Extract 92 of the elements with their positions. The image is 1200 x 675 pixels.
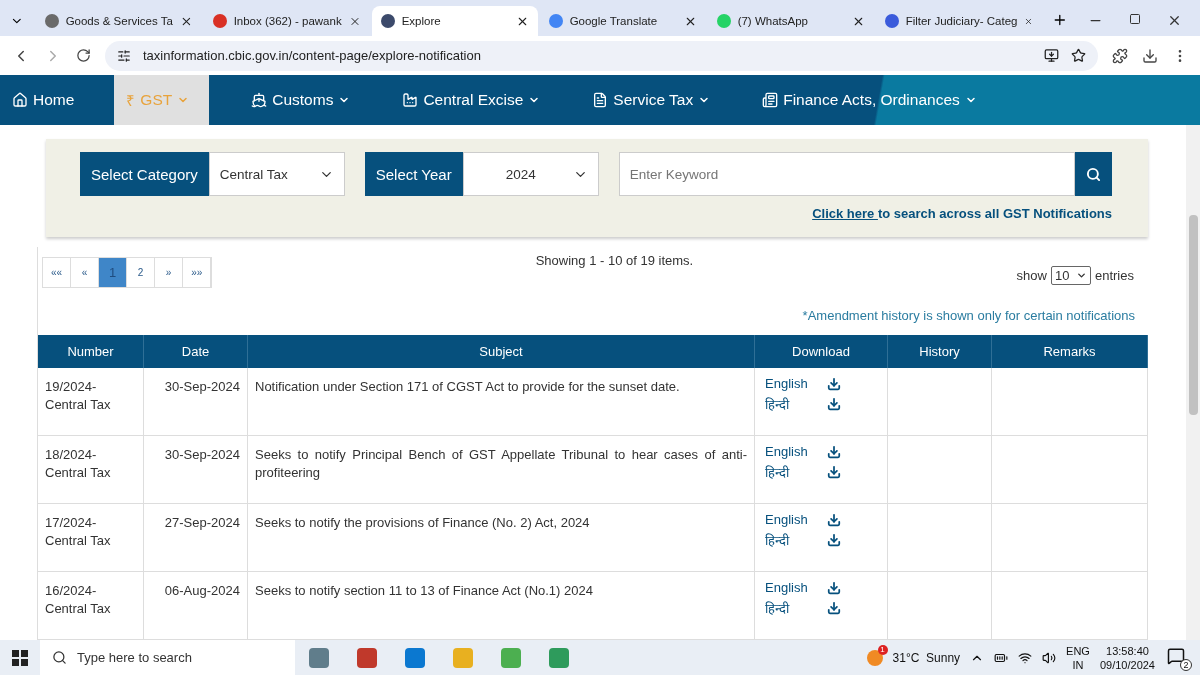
- clock[interactable]: 13:58:40 09/10/2024: [1099, 643, 1155, 672]
- browser-tab[interactable]: Google Translate: [539, 6, 706, 36]
- nav-icon: [12, 92, 28, 108]
- download-icon[interactable]: [827, 512, 841, 527]
- windows-icon[interactable]: [12, 649, 28, 666]
- weather-badge: 1: [877, 644, 888, 655]
- amendment-note: *Amendment history is shown only for certain notifications: [802, 308, 1135, 323]
- chevron-icon: [1075, 270, 1087, 281]
- site-icon: [380, 14, 395, 28]
- download-icon[interactable]: [827, 601, 841, 615]
- volume-icon[interactable]: [1042, 650, 1057, 665]
- site-icon: [44, 14, 59, 28]
- download-link[interactable]: हिन्दी: [765, 531, 809, 549]
- search-button[interactable]: [1075, 152, 1112, 196]
- browser-tab[interactable]: Filter Judiciary- Categ: [875, 6, 1043, 36]
- bookmark-icon[interactable]: [1071, 48, 1086, 63]
- taskbar-search[interactable]: Type here to search: [40, 640, 295, 675]
- site-icon: [884, 14, 899, 28]
- nav-icon: [592, 92, 609, 108]
- browser-tab[interactable]: Inbox (362) - pawank: [203, 6, 370, 36]
- table-cell: Seeks to notify Principal Bench of GST Appellate Tribunal to hear cases of anti-profiteering: [248, 436, 755, 504]
- app-icon[interactable]: [549, 647, 569, 668]
- table-cell: 30-Sep-2024: [144, 436, 248, 504]
- table-cell: 06-Aug-2024: [144, 572, 248, 640]
- scrollbar[interactable]: [1186, 125, 1200, 640]
- restore-icon[interactable]: [1129, 13, 1141, 25]
- table-cell: 30-Sep-2024: [144, 368, 248, 436]
- search-all-text: Click here to search across all GST Notifications: [812, 206, 1112, 221]
- nav-item[interactable]: Central Excise: [390, 75, 561, 125]
- download-link[interactable]: English: [765, 376, 809, 391]
- browser-tab[interactable]: Explore: [371, 6, 538, 36]
- nav-icon: [402, 92, 419, 108]
- page-size-select[interactable]: 10: [1050, 266, 1091, 285]
- weather-text: 31°C Sunny: [892, 650, 961, 665]
- site-info-icon[interactable]: [117, 48, 131, 63]
- table-cell: 17/2024-Central Tax: [38, 504, 144, 572]
- download-icon[interactable]: [827, 444, 841, 459]
- close-icon[interactable]: [1167, 13, 1182, 28]
- install-icon[interactable]: [1044, 48, 1059, 63]
- download-link[interactable]: English: [765, 580, 809, 595]
- table-cell: 16/2024-Central Tax: [38, 572, 144, 640]
- search-icon: [52, 650, 67, 665]
- column-header: Remarks: [992, 335, 1148, 368]
- download-link[interactable]: हिन्दी: [765, 463, 809, 481]
- column-header: Download: [755, 335, 888, 368]
- table-cell: 19/2024-Central Tax: [38, 368, 144, 436]
- table-cell: 27-Sep-2024: [144, 504, 248, 572]
- keyword-field[interactable]: Enter Keyword: [618, 152, 1075, 196]
- click-here-link[interactable]: Click here: [812, 206, 878, 221]
- download-icon[interactable]: [827, 376, 841, 391]
- show-label: show: [1016, 268, 1047, 283]
- reload-icon[interactable]: [76, 48, 91, 63]
- nav-item[interactable]: Customs: [239, 75, 371, 125]
- download-icon[interactable]: [1142, 47, 1158, 64]
- table-cell: Seeks to notify section 11 to 13 of Finance Act (No.1) 2024: [248, 572, 755, 640]
- item-count: Showing 1 - 10 of 19 items.: [535, 253, 694, 270]
- extensions-icon[interactable]: [1112, 47, 1128, 64]
- address-bar[interactable]: taxinformation.cbic.gov.in/content-page/explore-notification: [105, 40, 1098, 71]
- nav-icon: [251, 92, 268, 108]
- browser-tab[interactable]: Goods & Services Ta: [35, 6, 202, 36]
- download-icon[interactable]: [827, 580, 841, 595]
- download-icon[interactable]: [827, 465, 841, 479]
- download-link[interactable]: हिन्दी: [765, 395, 809, 413]
- new-tab-icon[interactable]: [1052, 12, 1068, 28]
- download-icon[interactable]: [827, 533, 841, 547]
- network-icon[interactable]: [1018, 650, 1033, 665]
- site-icon: [212, 14, 227, 28]
- nav-item[interactable]: Home: [0, 75, 95, 125]
- language-indicator[interactable]: ENG IN: [1066, 643, 1090, 672]
- nav-icon: [762, 92, 779, 108]
- search-icon: [1086, 166, 1101, 182]
- download-link[interactable]: English: [765, 512, 809, 527]
- download-link[interactable]: English: [765, 444, 809, 459]
- column-header: History: [888, 335, 992, 368]
- column-header: Number: [38, 335, 144, 368]
- app-icon[interactable]: [357, 647, 377, 668]
- table-cell: 18/2024-Central Tax: [38, 436, 144, 504]
- app-icon[interactable]: [309, 647, 329, 668]
- nav-item[interactable]: Service Tax: [580, 75, 731, 125]
- column-header: Subject: [248, 335, 755, 368]
- site-icon: [716, 14, 731, 28]
- nav-item[interactable]: Finance Acts, Ordinances: [750, 75, 997, 125]
- browser-tab[interactable]: (7) WhatsApp: [707, 6, 874, 36]
- table-cell: Notification under Section 171 of CGST Act to provide for the sunset date.: [248, 368, 755, 436]
- table-cell: Seeks to notify the provisions of Finance (No. 2) Act, 2024: [248, 504, 755, 572]
- column-header: Date: [144, 335, 248, 368]
- entries-label: entries: [1094, 268, 1134, 283]
- rupee-symbol: ₹: [126, 91, 136, 110]
- site-icon: [548, 14, 563, 28]
- app-icon[interactable]: [405, 647, 425, 668]
- download-icon[interactable]: [827, 397, 841, 411]
- download-link[interactable]: हिन्दी: [765, 599, 809, 617]
